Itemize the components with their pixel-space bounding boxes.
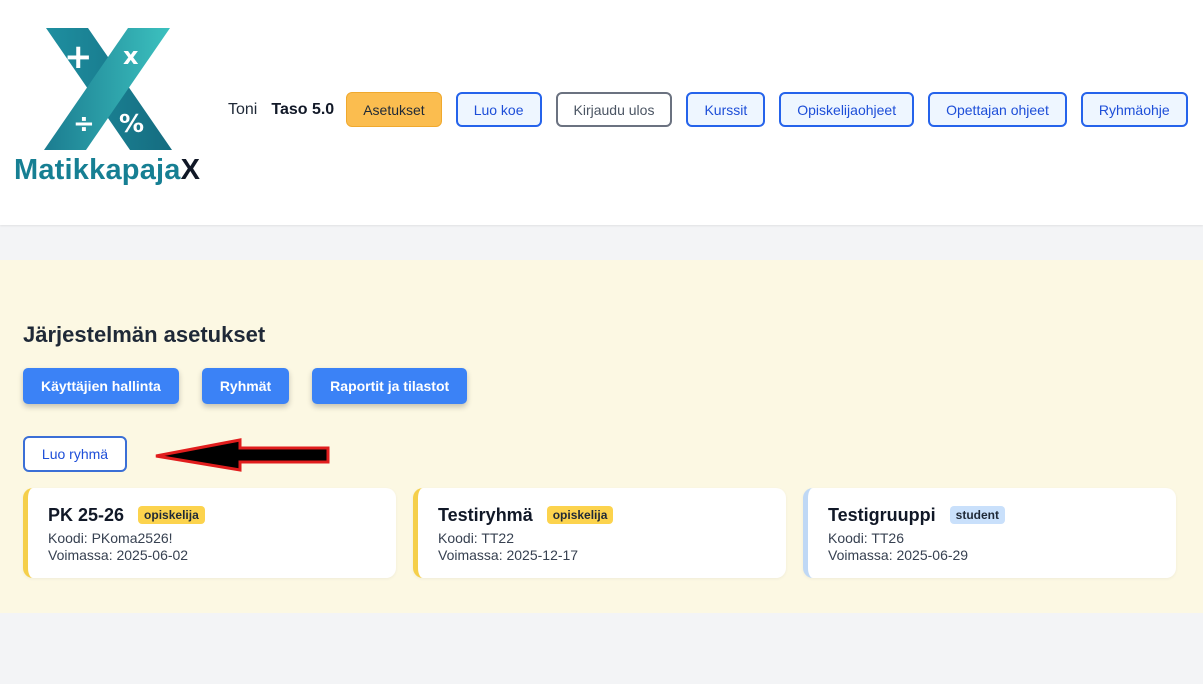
create-group-button[interactable]: Luo ryhmä <box>23 436 127 472</box>
group-name: PK 25-26 <box>48 504 125 525</box>
role-badge: opiskelija <box>546 506 614 524</box>
top-nav: Toni Taso 5.0 Asetukset Luo koe Kirjaudu… <box>228 92 1188 127</box>
group-cards: PK 25-26 opiskelija Koodi: PKoma2526! Vo… <box>23 488 1193 578</box>
reports-button[interactable]: Raportit ja tilastot <box>312 368 468 404</box>
groups-button[interactable]: Ryhmät <box>201 368 290 404</box>
group-valid-until: Voimassa: 2025-06-02 <box>48 547 189 563</box>
student-guide-button[interactable]: Opiskelijaohjeet <box>779 92 915 127</box>
top-header: + x ÷ % MatikkapajaX Toni Taso 5.0 Asetu… <box>0 0 1203 225</box>
group-valid-until: Voimassa: 2025-12-17 <box>438 547 579 563</box>
teacher-guide-button[interactable]: Opettajan ohjeet <box>928 92 1067 127</box>
group-code: Koodi: TT22 <box>438 530 515 546</box>
group-card[interactable]: PK 25-26 opiskelija Koodi: PKoma2526! Vo… <box>23 488 396 578</box>
logo-x-mark-icon: + x ÷ % <box>44 28 172 150</box>
group-code: Koodi: PKoma2526! <box>48 530 173 546</box>
logo-symbol: x <box>123 42 139 70</box>
group-card[interactable]: Testigruuppi student Koodi: TT26 Voimass… <box>803 488 1176 578</box>
logo-wordmark: MatikkapajaX <box>14 154 201 186</box>
logo-symbol: % <box>119 109 144 138</box>
group-code: Koodi: TT26 <box>828 530 905 546</box>
role-badge: opiskelija <box>138 506 205 524</box>
settings-button[interactable]: Asetukset <box>346 92 442 127</box>
user-name: Toni <box>228 100 258 118</box>
group-name: Testiryhmä <box>438 504 533 525</box>
courses-button[interactable]: Kurssit <box>686 92 766 127</box>
create-exam-button[interactable]: Luo koe <box>455 92 542 127</box>
annotation-arrow-icon <box>155 438 330 472</box>
group-card[interactable]: Testiryhmä opiskelija Koodi: TT22 Voimas… <box>413 488 786 578</box>
group-name: Testigruuppi <box>828 504 936 525</box>
user-level: Taso 5.0 <box>271 100 335 118</box>
group-valid-until: Voimassa: 2025-06-29 <box>828 547 969 563</box>
admin-actions: Käyttäjien hallinta Ryhmät Raportit ja t… <box>23 368 490 404</box>
page-title: Järjestelmän asetukset <box>23 322 266 347</box>
user-management-button[interactable]: Käyttäjien hallinta <box>23 368 179 404</box>
group-guide-button[interactable]: Ryhmäohje <box>1080 92 1188 127</box>
system-settings-panel: Järjestelmän asetukset Käyttäjien hallin… <box>0 260 1203 613</box>
role-badge: student <box>949 506 1006 524</box>
logo-symbol: ÷ <box>73 109 95 139</box>
logo-symbol: + <box>64 37 93 77</box>
matikkapaja-logo[interactable]: + x ÷ % MatikkapajaX <box>14 28 204 190</box>
logout-button[interactable]: Kirjaudu ulos <box>555 92 673 127</box>
